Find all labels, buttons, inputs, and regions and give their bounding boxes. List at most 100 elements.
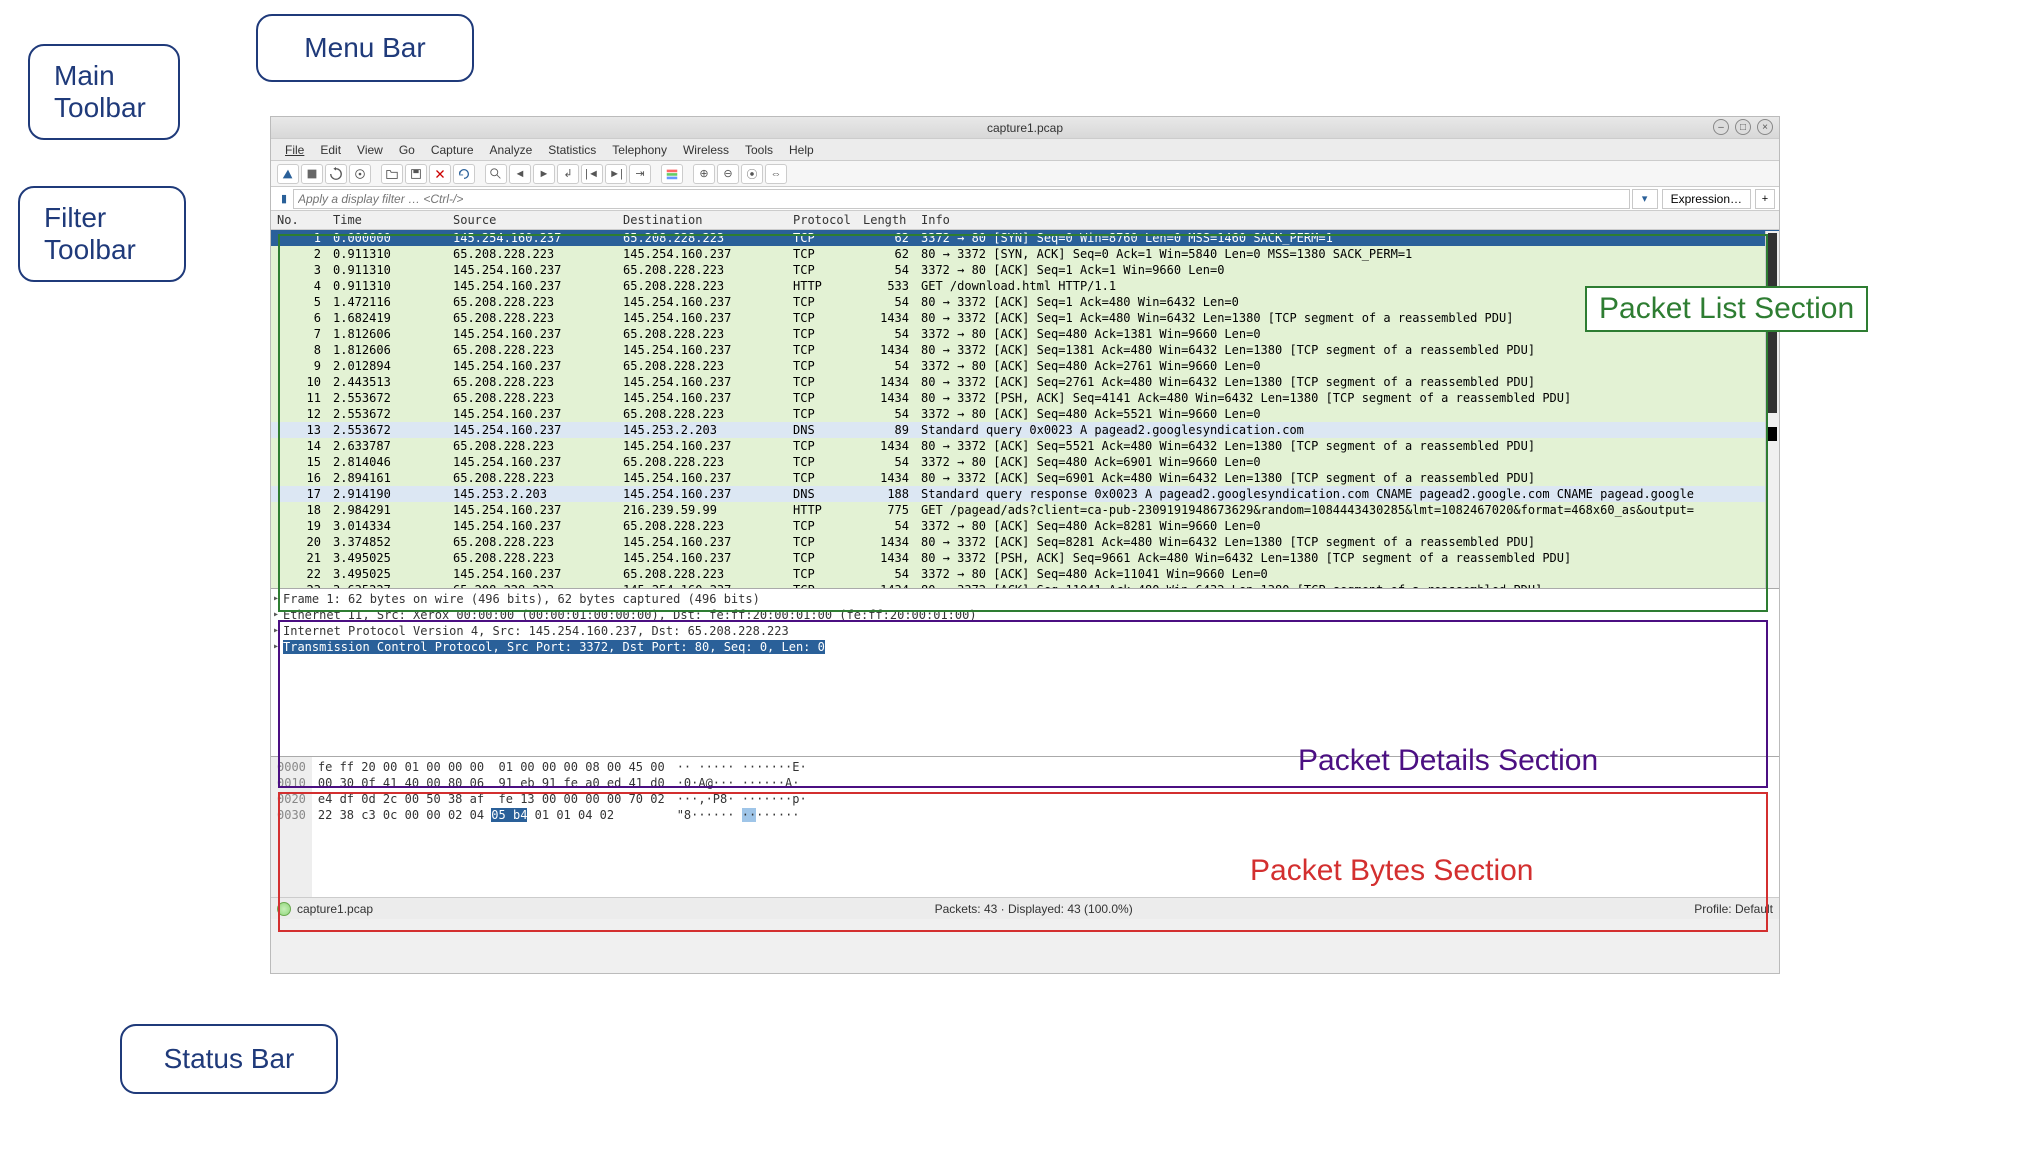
maximize-button[interactable]: □	[1735, 119, 1751, 135]
menu-analyze[interactable]: Analyze	[482, 143, 541, 157]
callout-filter-toolbar: Filter Toolbar	[18, 186, 186, 282]
col-protocol[interactable]: Protocol	[787, 211, 857, 230]
reload-icon[interactable]	[453, 164, 475, 184]
capture-options-icon[interactable]	[349, 164, 371, 184]
find-packet-icon[interactable]	[485, 164, 507, 184]
packet-row[interactable]: 51.47211665.208.228.223145.254.160.237TC…	[271, 294, 1779, 310]
menu-help[interactable]: Help	[781, 143, 822, 157]
detail-frame[interactable]: Frame 1: 62 bytes on wire (496 bits), 62…	[273, 591, 1777, 607]
zoom-out-icon[interactable]: ⊖	[717, 164, 739, 184]
packet-row[interactable]: 213.49502565.208.228.223145.254.160.237T…	[271, 550, 1779, 566]
menu-capture[interactable]: Capture	[423, 143, 482, 157]
packet-row[interactable]: 71.812606145.254.160.23765.208.228.223TC…	[271, 326, 1779, 342]
packet-list-header-row[interactable]: No. Time Source Destination Protocol Len…	[271, 211, 1779, 230]
menu-file[interactable]: File	[277, 143, 312, 157]
menu-wireless[interactable]: Wireless	[675, 143, 737, 157]
menu-tools[interactable]: Tools	[737, 143, 781, 157]
packet-row[interactable]: 20.91131065.208.228.223145.254.160.237TC…	[271, 246, 1779, 262]
zoom-reset-icon[interactable]: ⦿	[741, 164, 763, 184]
status-bar: capture1.pcap Packets: 43 · Displayed: 4…	[271, 897, 1779, 919]
menu-edit[interactable]: Edit	[312, 143, 349, 157]
display-filter-input[interactable]	[293, 189, 1630, 209]
expert-info-icon[interactable]	[277, 902, 291, 916]
expression-button[interactable]: Expression…	[1662, 189, 1751, 209]
scrollbar-marker	[1768, 427, 1777, 441]
open-file-icon[interactable]	[381, 164, 403, 184]
packet-row[interactable]: 233.63522765.208.228.223145.254.160.237T…	[271, 582, 1779, 589]
packet-row[interactable]: 203.37485265.208.228.223145.254.160.237T…	[271, 534, 1779, 550]
packet-row[interactable]: 102.44351365.208.228.223145.254.160.237T…	[271, 374, 1779, 390]
wireshark-window: capture1.pcap – □ × File Edit View Go Ca…	[270, 116, 1780, 974]
packet-row[interactable]: 40.911310145.254.160.23765.208.228.223HT…	[271, 278, 1779, 294]
restart-capture-icon[interactable]	[325, 164, 347, 184]
packet-details[interactable]: Frame 1: 62 bytes on wire (496 bits), 62…	[271, 589, 1779, 757]
add-filter-button[interactable]: +	[1755, 189, 1775, 209]
col-time[interactable]: Time	[327, 211, 447, 230]
go-to-packet-icon[interactable]: ↲	[557, 164, 579, 184]
packet-row[interactable]: 92.012894145.254.160.23765.208.228.223TC…	[271, 358, 1779, 374]
col-destination[interactable]: Destination	[617, 211, 787, 230]
packet-row[interactable]: 61.68241965.208.228.223145.254.160.237TC…	[271, 310, 1779, 326]
shark-fin-icon[interactable]	[277, 164, 299, 184]
packet-row[interactable]: 122.553672145.254.160.23765.208.228.223T…	[271, 406, 1779, 422]
minimize-button[interactable]: –	[1713, 119, 1729, 135]
go-last-icon[interactable]: ►|	[605, 164, 627, 184]
menu-statistics[interactable]: Statistics	[540, 143, 604, 157]
capture-file-label[interactable]: capture1.pcap	[297, 902, 373, 916]
detail-ethernet[interactable]: Ethernet II, Src: Xerox_00:00:00 (00:00:…	[273, 607, 1777, 623]
packet-row[interactable]: 182.984291145.254.160.237216.239.59.99HT…	[271, 502, 1779, 518]
callout-label: Status Bar	[164, 1043, 295, 1075]
packet-row[interactable]: 10.000000145.254.160.23765.208.228.223TC…	[271, 230, 1779, 247]
auto-scroll-icon[interactable]: ⇥	[629, 164, 651, 184]
packet-list[interactable]: No. Time Source Destination Protocol Len…	[271, 211, 1779, 589]
col-no[interactable]: No.	[271, 211, 327, 230]
packet-row[interactable]: 132.553672145.254.160.237145.253.2.203DN…	[271, 422, 1779, 438]
packet-list-scrollbar[interactable]	[1765, 231, 1779, 588]
callout-label: Menu Bar	[304, 32, 425, 64]
packet-row[interactable]: 152.814046145.254.160.23765.208.228.223T…	[271, 454, 1779, 470]
bookmark-icon[interactable]: ▮	[275, 190, 293, 208]
bytes-hex-column[interactable]: fe ff 20 00 01 00 00 00 01 00 00 00 08 0…	[312, 757, 671, 897]
callout-label: Main Toolbar	[54, 60, 154, 124]
menu-view[interactable]: View	[349, 143, 391, 157]
stop-capture-icon[interactable]	[301, 164, 323, 184]
colorize-icon[interactable]	[661, 164, 683, 184]
packet-row[interactable]: 30.911310145.254.160.23765.208.228.223TC…	[271, 262, 1779, 278]
packet-row[interactable]: 112.55367265.208.228.223145.254.160.237T…	[271, 390, 1779, 406]
packet-bytes[interactable]: 0000 0010 0020 0030 fe ff 20 00 01 00 00…	[271, 757, 1779, 897]
packet-bytes-label: Packet Bytes Section	[1250, 854, 1533, 888]
filter-history-dropdown[interactable]: ▾	[1632, 189, 1658, 209]
go-first-icon[interactable]: |◄	[581, 164, 603, 184]
packet-count-label: Packets: 43 · Displayed: 43 (100.0%)	[373, 902, 1694, 916]
packet-row[interactable]: 142.63378765.208.228.223145.254.160.237T…	[271, 438, 1779, 454]
packet-row[interactable]: 81.81260665.208.228.223145.254.160.237TC…	[271, 342, 1779, 358]
profile-label[interactable]: Profile: Default	[1694, 902, 1773, 916]
go-forward-icon[interactable]: ►	[533, 164, 555, 184]
resize-columns-icon[interactable]: ⇔	[765, 164, 787, 184]
callout-status-bar: Status Bar	[120, 1024, 338, 1094]
callout-label: Filter Toolbar	[44, 202, 160, 266]
packet-row[interactable]: 193.014334145.254.160.23765.208.228.223T…	[271, 518, 1779, 534]
packet-row[interactable]: 162.89416165.208.228.223145.254.160.237T…	[271, 470, 1779, 486]
go-back-icon[interactable]: ◄	[509, 164, 531, 184]
packet-row[interactable]: 223.495025145.254.160.23765.208.228.223T…	[271, 566, 1779, 582]
menu-bar[interactable]: File Edit View Go Capture Analyze Statis…	[271, 139, 1779, 161]
callout-main-toolbar: Main Toolbar	[28, 44, 180, 140]
zoom-in-icon[interactable]: ⊕	[693, 164, 715, 184]
detail-ip[interactable]: Internet Protocol Version 4, Src: 145.25…	[273, 623, 1777, 639]
bytes-ascii-column[interactable]: ·· ····· ·······E· ·0·A@··· ······A· ···…	[671, 757, 813, 897]
callout-menu-bar: Menu Bar	[256, 14, 474, 82]
packet-details-label: Packet Details Section	[1298, 744, 1598, 778]
save-file-icon[interactable]	[405, 164, 427, 184]
menu-telephony[interactable]: Telephony	[604, 143, 675, 157]
close-button[interactable]: ×	[1757, 119, 1773, 135]
col-source[interactable]: Source	[447, 211, 617, 230]
packet-row[interactable]: 172.914190145.253.2.203145.254.160.237DN…	[271, 486, 1779, 502]
bytes-offset-column: 0000 0010 0020 0030	[271, 757, 312, 897]
detail-tcp[interactable]: Transmission Control Protocol, Src Port:…	[273, 639, 1777, 655]
col-info[interactable]: Info	[915, 211, 1779, 230]
close-file-icon[interactable]	[429, 164, 451, 184]
menu-go[interactable]: Go	[391, 143, 423, 157]
col-length[interactable]: Length	[857, 211, 915, 230]
ascii-highlight: ··	[742, 808, 756, 822]
